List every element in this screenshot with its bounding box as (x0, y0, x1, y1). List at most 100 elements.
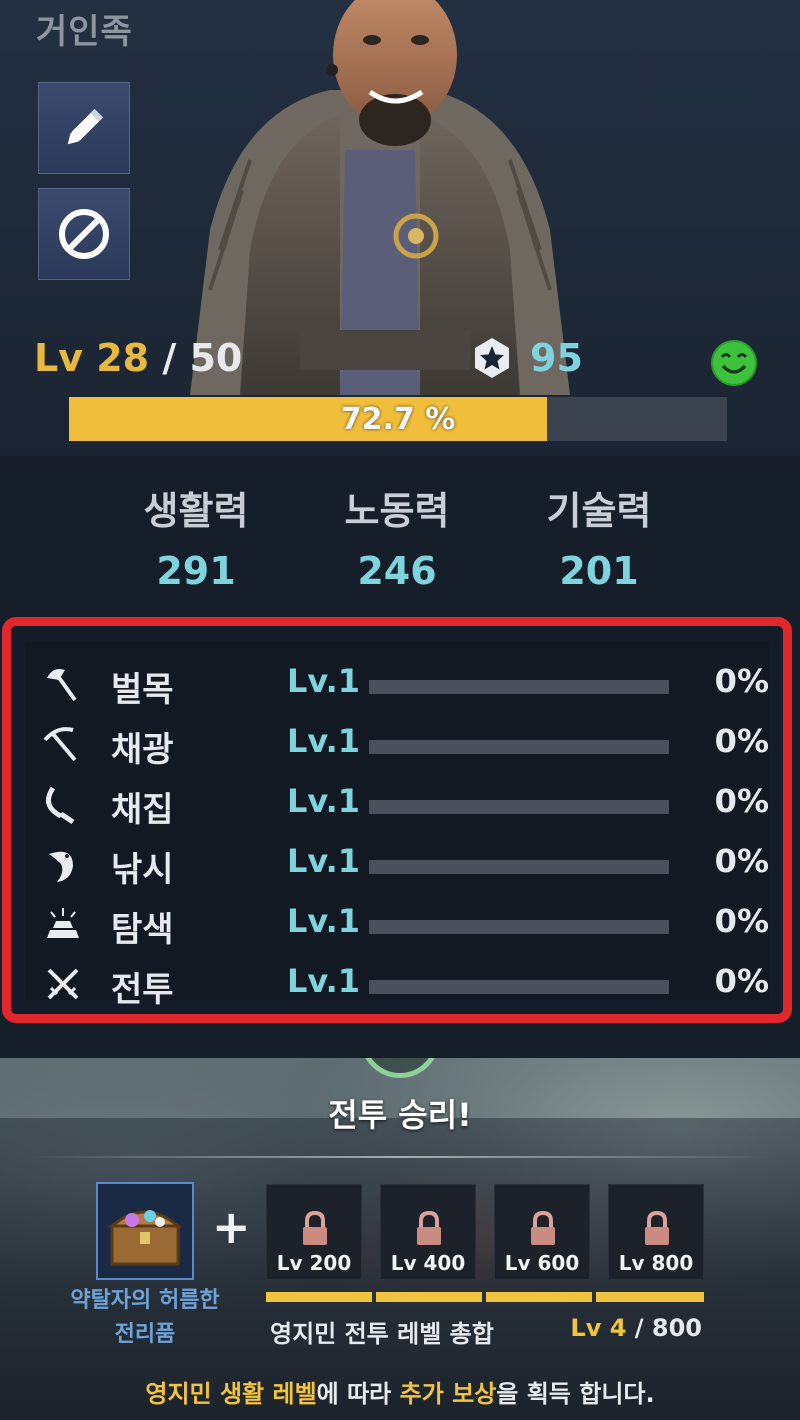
max-level: 50 (189, 336, 243, 380)
combat-level-current: Lv 4 (570, 1314, 627, 1342)
skill-level: Lv.1 (287, 782, 361, 820)
skill-name: 낚시 (111, 850, 174, 890)
axe-icon (47, 669, 77, 702)
skill-progress-bar (369, 800, 669, 814)
skill-name: 벌목 (111, 670, 174, 710)
skill-level: Lv.1 (287, 662, 361, 700)
combat-level-progress-track (266, 1292, 704, 1302)
skill-row-logging[interactable]: 벌목 Lv.1 0% (25, 654, 769, 714)
notice-text: 을 획득 합니다. (496, 1380, 655, 1408)
skill-row-exploration[interactable]: 탐색 Lv.1 0% (25, 894, 769, 954)
victory-emblem (360, 1058, 440, 1078)
stat-vitality: 생활력 291 (96, 480, 296, 593)
reward-chest-slot[interactable] (96, 1182, 194, 1280)
progress-segment (376, 1292, 482, 1302)
stat-value: 201 (559, 549, 639, 593)
stat-value: 246 (357, 549, 437, 593)
locked-reward-slot[interactable]: Lv 400 (380, 1184, 476, 1280)
skill-progress-bar (369, 680, 669, 694)
skill-percent: 0% (714, 842, 769, 880)
reward-chest-label: 약탈자의 허름한 전리품 (40, 1284, 250, 1352)
life-skills-panel: 벌목 Lv.1 0% 채광 Lv.1 0% 채집 Lv.1 0% 낚시 Lv.1… (2, 617, 792, 1023)
skill-progress-bar (369, 740, 669, 754)
stat-name: 노동력 (344, 489, 450, 533)
skill-progress-bar (369, 920, 669, 934)
reward-name-line2: 전리품 (114, 1322, 176, 1347)
skill-row-combat[interactable]: 전투 Lv.1 0% (25, 954, 769, 1014)
pencil-icon (67, 108, 104, 145)
pickaxe-icon (43, 727, 77, 762)
locked-reward-slot[interactable]: Lv 800 (608, 1184, 704, 1280)
battle-result-panel: 전투 승리! 약탈자의 허름한 전리품 + Lv 200 Lv 400 Lv 6… (0, 1058, 800, 1420)
progress-segment (596, 1292, 704, 1302)
notice-text: 에 따라 (316, 1380, 400, 1408)
locked-reward-label: Lv 600 (504, 1251, 580, 1275)
stat-labor: 노동력 246 (297, 480, 497, 593)
skill-name: 채집 (111, 790, 174, 830)
skill-level: Lv.1 (287, 722, 361, 760)
lock-icon (417, 1211, 441, 1245)
energy-value: 95 (530, 336, 583, 380)
victory-title: 전투 승리! (328, 1096, 472, 1134)
skill-percent: 0% (714, 722, 769, 760)
title-divider (30, 1156, 770, 1158)
plus-sign: + (212, 1200, 251, 1254)
crossed-swords-icon (47, 968, 79, 1000)
stat-name: 생활력 (143, 489, 249, 533)
energy-display: 95 (470, 336, 583, 380)
star-badge-icon (475, 338, 509, 378)
gold-bars-icon (47, 908, 79, 938)
skill-percent: 0% (714, 662, 769, 700)
skill-level: Lv.1 (287, 962, 361, 1000)
block-button[interactable] (38, 188, 130, 280)
locked-reward-label: Lv 200 (276, 1251, 352, 1275)
reward-notice: 영지민 생활 레벨에 따라 추가 보상을 획득 합니다. (0, 1374, 800, 1409)
locked-reward-label: Lv 400 (390, 1251, 466, 1275)
skill-percent: 0% (714, 962, 769, 1000)
combat-level-max: 800 (651, 1314, 702, 1342)
lock-icon (531, 1211, 555, 1245)
skill-name: 전투 (111, 970, 174, 1010)
combat-level-total-label: 영지민 전투 레벨 총합 (270, 1320, 494, 1348)
skill-name: 탐색 (111, 910, 174, 950)
edit-button[interactable] (38, 82, 130, 174)
current-level: Lv 28 (34, 336, 150, 380)
lock-icon (645, 1211, 669, 1245)
reward-name-line1: 약탈자의 허름한 (70, 1288, 220, 1313)
smile-icon[interactable] (711, 340, 757, 386)
notice-highlight: 추가 보상 (399, 1380, 497, 1408)
treasure-chest-icon (107, 1210, 183, 1266)
locked-reward-label: Lv 800 (618, 1251, 694, 1275)
lock-icon (303, 1211, 327, 1245)
fish-icon (49, 851, 73, 882)
skill-row-gathering[interactable]: 채집 Lv.1 0% (25, 774, 769, 834)
character-panel: 거인족 Lv 28 / 50 95 72.7 % 생활력 291 노동력 246… (0, 0, 800, 1058)
sickle-icon (46, 786, 75, 824)
skill-level: Lv.1 (287, 842, 361, 880)
no-entry-icon (59, 209, 109, 259)
progress-segment (266, 1292, 372, 1302)
locked-reward-slot[interactable]: Lv 600 (494, 1184, 590, 1280)
level-separator: / (149, 336, 190, 380)
skill-progress-bar (369, 860, 669, 874)
stat-value: 291 (156, 549, 236, 593)
combat-level-total-value: Lv 4 / 800 (570, 1314, 702, 1342)
progress-segment (486, 1292, 592, 1302)
life-skills-list: 벌목 Lv.1 0% 채광 Lv.1 0% 채집 Lv.1 0% 낚시 Lv.1… (25, 642, 769, 1010)
experience-text: 72.7 % (340, 401, 456, 437)
skill-row-mining[interactable]: 채광 Lv.1 0% (25, 714, 769, 774)
stat-skill: 기술력 201 (499, 480, 699, 593)
combat-level-separator: / (626, 1314, 652, 1342)
locked-reward-slot[interactable]: Lv 200 (266, 1184, 362, 1280)
skill-progress-bar (369, 980, 669, 994)
notice-highlight: 영지민 생활 레벨 (145, 1380, 317, 1408)
skill-row-fishing[interactable]: 낚시 Lv.1 0% (25, 834, 769, 894)
stat-name: 기술력 (546, 489, 652, 533)
skill-level: Lv.1 (287, 902, 361, 940)
level-display: Lv 28 / 50 (34, 336, 242, 380)
skill-name: 채광 (111, 730, 174, 770)
race-label: 거인족 (36, 12, 133, 52)
skill-percent: 0% (714, 782, 769, 820)
skill-percent: 0% (714, 902, 769, 940)
experience-bar: 72.7 % (69, 397, 727, 441)
